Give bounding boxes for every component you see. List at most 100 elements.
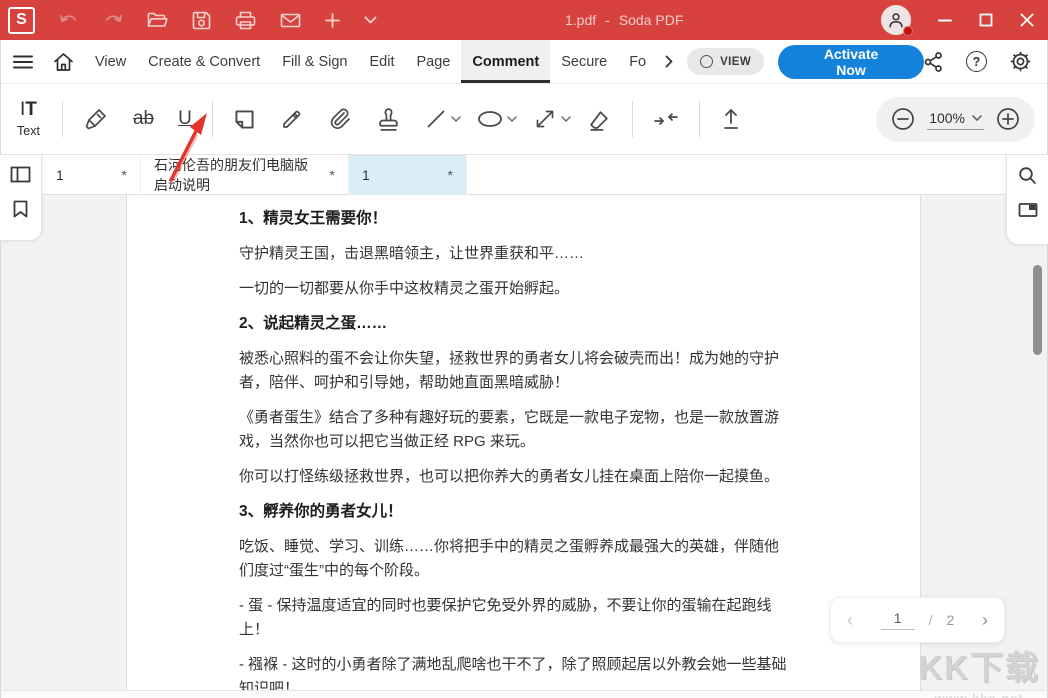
menu-edit[interactable]: Edit [358, 40, 405, 83]
doc-paragraph: - 蛋 - 保持温度适宜的同时也要保护它免受外界的威胁，不要让你的蛋输在起跑线上… [239, 594, 790, 642]
notification-badge [903, 26, 913, 36]
window-title: 1.pdf - Soda PDF [565, 0, 683, 40]
vertical-scrollbar-thumb[interactable] [1033, 265, 1042, 355]
close-button[interactable] [1020, 13, 1034, 27]
line-tool-chevron-icon[interactable] [451, 116, 465, 122]
pencil-tool-icon[interactable] [268, 84, 316, 154]
view-toggle-label: VIEW [720, 56, 751, 68]
title-bar: S [0, 0, 1048, 40]
home-icon[interactable] [43, 40, 84, 83]
menu-forms-truncated[interactable]: Fo [618, 40, 657, 83]
logo-letter: S [16, 11, 27, 29]
toolbar-divider [699, 101, 700, 137]
measure-tool-chevron-icon[interactable] [561, 116, 575, 122]
comment-toolbar: IT Text ab U [0, 84, 1048, 155]
window-title-separator: - [605, 12, 610, 28]
window-bottom-edge [0, 690, 1048, 698]
view-toggle-radio-icon [700, 55, 713, 68]
view-mode-toggle[interactable]: VIEW [687, 48, 764, 75]
help-icon[interactable]: ? [966, 51, 987, 72]
doc-paragraph: 一切的一切都要从你手中这枚精灵之蛋开始孵起。 [239, 277, 790, 301]
menu-create-convert[interactable]: Create & Convert [137, 40, 271, 83]
previous-page-icon[interactable]: ‹ [847, 610, 853, 631]
document-tab-2[interactable]: 石河伦吾的朋友们电脑版启动说明 * [141, 155, 349, 195]
next-page-icon[interactable]: › [982, 610, 988, 631]
left-side-panel [0, 155, 42, 241]
menu-page[interactable]: Page [405, 40, 461, 83]
current-page-field[interactable]: 1 [881, 610, 915, 630]
underline-tool[interactable]: U [166, 84, 204, 154]
doc-heading: 3、孵养你的勇者女儿！ [239, 500, 790, 524]
search-icon[interactable] [1018, 166, 1037, 185]
strikethrough-tool[interactable]: ab [121, 84, 166, 154]
thumbnails-panel-icon[interactable] [10, 166, 31, 183]
activate-now-button[interactable]: Activate Now [778, 45, 924, 79]
toolbar-divider [62, 101, 63, 137]
doc-paragraph: 你可以打怪练级拯救世界，也可以把你养大的勇者女儿挂在桌面上陪你一起摸鱼。 [239, 465, 790, 489]
zoom-out-icon[interactable] [891, 107, 915, 131]
tab-label: 石河伦吾的朋友们电脑版启动说明 [154, 155, 320, 195]
ellipse-tool-chevron-icon[interactable] [507, 116, 521, 122]
share-icon[interactable] [924, 52, 943, 72]
toolbar-divider [632, 101, 633, 137]
window-title-file: 1.pdf [565, 12, 596, 28]
new-tab-icon[interactable] [325, 13, 340, 28]
measure-arrow-tool-icon[interactable] [521, 84, 559, 154]
settings-gear-icon[interactable] [1010, 51, 1031, 72]
page-navigator: ‹ 1 / 2 › [830, 597, 1005, 643]
tab-label: 1 [362, 167, 370, 183]
menu-fill-sign[interactable]: Fill & Sign [271, 40, 358, 83]
hamburger-menu-icon[interactable] [1, 40, 43, 83]
doc-paragraph: - 襁褓 - 这时的小勇者除了满地乱爬啥也干不了，除了照顾起居以外教会她一些基础… [239, 653, 790, 690]
pdf-page[interactable]: 1、精灵女王需要你！ 守护精灵王国，击退黑暗领主，让世界重获和平…… 一切的一切… [126, 195, 921, 690]
user-avatar[interactable] [881, 5, 911, 35]
menu-bar: View Create & Convert Fill & Sign Edit P… [0, 40, 1048, 84]
tab-modified-mark: * [448, 167, 453, 183]
bookmarks-panel-icon[interactable] [12, 200, 29, 218]
zoom-level-value: 100% [929, 110, 965, 126]
app-window: S [0, 0, 1048, 698]
doc-paragraph: 吃饭、睡觉、学习、训练……你将把手中的精灵之蛋孵养成最强大的英雄，伴随他们度过“… [239, 535, 790, 583]
eraser-tool-icon[interactable] [575, 84, 624, 154]
total-pages: 2 [947, 612, 955, 628]
zoom-level-field[interactable]: 100% [927, 108, 984, 130]
collapse-arrows-tool-icon[interactable] [641, 84, 691, 154]
attachment-tool-icon[interactable] [316, 84, 364, 154]
window-title-app: Soda PDF [619, 12, 684, 28]
zoom-dropdown-chevron-icon [972, 115, 982, 121]
menu-comment[interactable]: Comment [461, 40, 550, 83]
note-tool-icon[interactable] [221, 84, 268, 154]
page-separator: / [929, 612, 933, 628]
ellipse-tool-icon[interactable] [465, 84, 505, 154]
doc-paragraph: 《勇者蛋生》结合了多种有趣好玩的要素，它既是一款电子宠物，也是一款放置游戏，当然… [239, 406, 790, 454]
titlebar-more-chevron-icon[interactable] [364, 16, 377, 24]
doc-heading: 1、精灵女王需要你！ [239, 207, 790, 231]
line-tool-icon[interactable] [413, 84, 449, 154]
print-icon[interactable] [235, 11, 256, 30]
stamp-tool-icon[interactable] [364, 84, 413, 154]
doc-paragraph: 被悉心照料的蛋不会让你失望，拯救世界的勇者女儿将会破壳而出！成为她的守护者，陪伴… [239, 347, 790, 395]
toolbar-divider [212, 101, 213, 137]
help-glyph: ? [973, 55, 981, 69]
document-tab-3-active[interactable]: 1 * [349, 155, 467, 195]
redo-icon[interactable] [103, 12, 123, 28]
menu-view[interactable]: View [84, 40, 137, 83]
document-tab-bar: 1 * 石河伦吾的朋友们电脑版启动说明 * 1 * [0, 155, 1048, 195]
document-tab-1[interactable]: 1 * [43, 155, 141, 195]
open-file-icon[interactable] [147, 12, 168, 29]
highlight-tool-icon[interactable] [71, 84, 121, 154]
email-icon[interactable] [280, 13, 301, 28]
doc-heading: 2、说起精灵之蛋…… [239, 312, 790, 336]
zoom-in-icon[interactable] [996, 107, 1020, 131]
minimize-button[interactable] [938, 19, 952, 22]
text-comment-tool[interactable]: IT Text [1, 100, 54, 138]
tab-modified-mark: * [330, 167, 335, 183]
menu-overflow-chevron-icon[interactable] [657, 40, 681, 83]
page-view-icon[interactable] [1018, 202, 1038, 218]
export-tool-icon[interactable] [708, 84, 754, 154]
save-icon[interactable] [192, 11, 211, 30]
menu-secure[interactable]: Secure [550, 40, 618, 83]
undo-icon[interactable] [59, 12, 79, 28]
text-tool-glyph: IT [20, 100, 37, 120]
maximize-button[interactable] [979, 13, 993, 27]
